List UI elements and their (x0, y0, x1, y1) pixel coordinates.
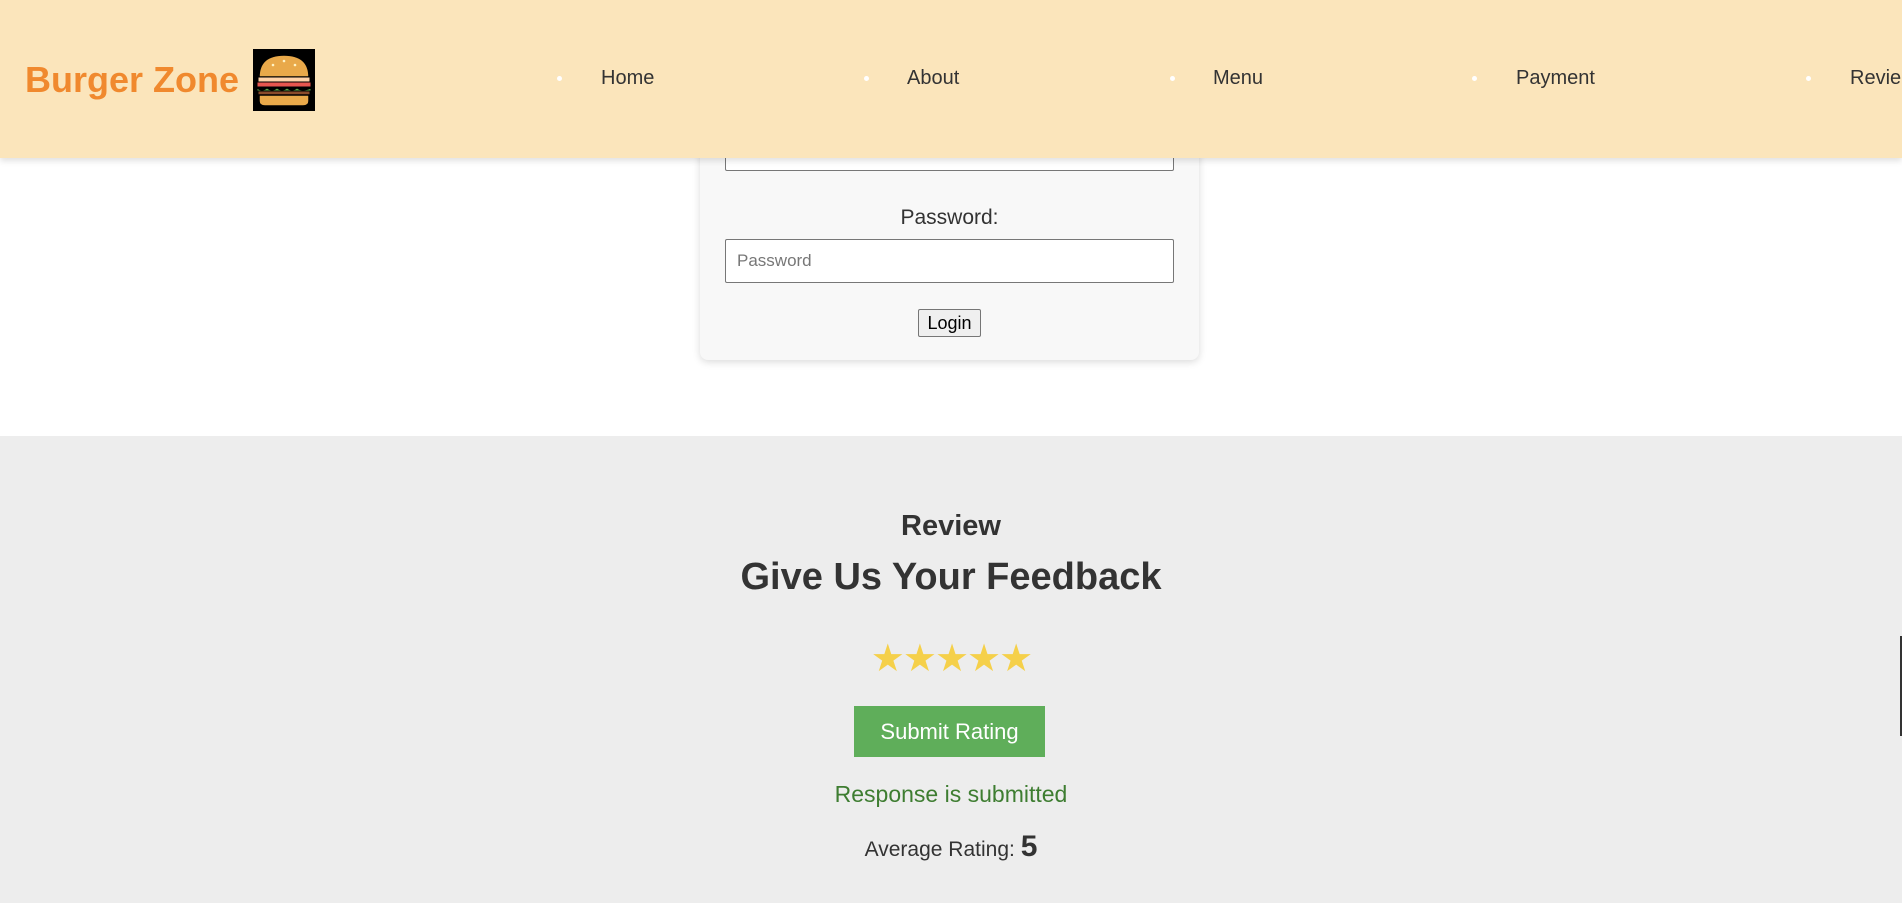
nav-item-about[interactable]: About (907, 64, 959, 92)
password-field[interactable] (725, 239, 1174, 283)
site-header: Burger Zone Home About Menu Payment Revi… (0, 0, 1902, 158)
nav-bullet (1806, 76, 1811, 81)
password-label: Password: (900, 206, 999, 229)
star-5-icon[interactable]: ★ (999, 638, 1033, 680)
nav-bullet (1170, 76, 1175, 81)
response-message: Response is submitted (834, 781, 1068, 807)
page: Burger Zone Home About Menu Payment Revi… (0, 0, 1902, 903)
star-3-icon[interactable]: ★ (935, 638, 969, 680)
nav-bullet (1472, 76, 1477, 81)
nav-item-review[interactable]: Revie (1850, 64, 1901, 92)
average-rating-label: Average Rating: (864, 838, 1015, 861)
nav-bullet (864, 76, 869, 81)
average-rating: Average Rating: 5 (0, 830, 1902, 864)
review-title: Give Us Your Feedback (740, 556, 1162, 598)
star-2-icon[interactable]: ★ (903, 638, 937, 680)
login-button[interactable]: Login (918, 309, 981, 337)
nav-bullet (557, 76, 562, 81)
average-rating-value: 5 (1020, 830, 1038, 863)
nav-item-menu[interactable]: Menu (1213, 64, 1263, 92)
star-rating: ★★★★★ (0, 636, 1902, 681)
star-1-icon[interactable]: ★ (871, 638, 905, 680)
nav-item-home[interactable]: Home (601, 64, 654, 92)
review-section: Review Give Us Your Feedback ★★★★★ Submi… (0, 436, 1902, 903)
star-4-icon[interactable]: ★ (967, 638, 1001, 680)
review-subtitle: Review (901, 510, 1001, 542)
submit-rating-button[interactable]: Submit Rating (854, 706, 1045, 757)
nav-item-payment[interactable]: Payment (1516, 64, 1595, 92)
main-nav: Home About Menu Payment Revie (0, 64, 1902, 94)
